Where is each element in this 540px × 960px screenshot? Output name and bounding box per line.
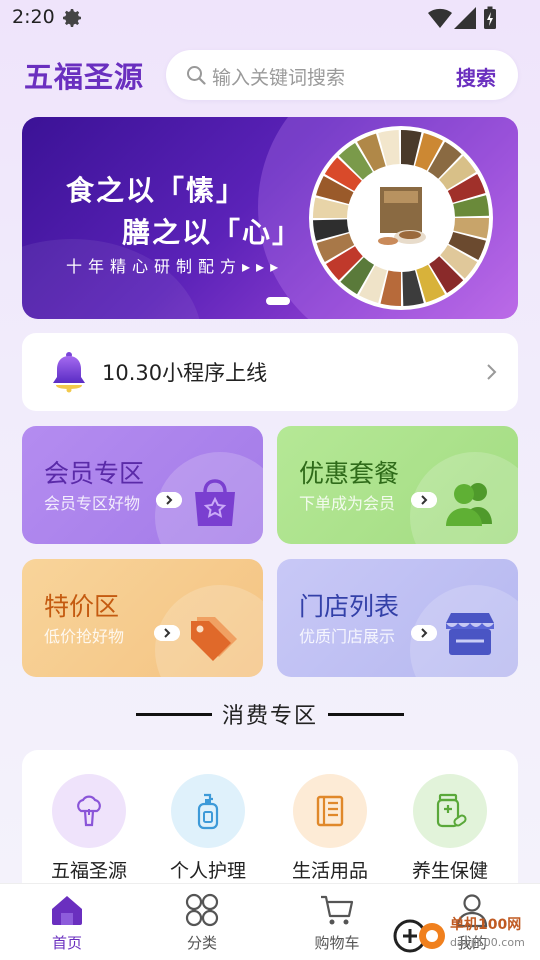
people-icon (446, 483, 492, 526)
tab-label: 购物车 (314, 934, 360, 952)
banner-headline-1: 食之以「愫」 (66, 174, 247, 207)
category-item[interactable]: 养生保健 (390, 774, 510, 883)
tab-label: 分类 (186, 934, 217, 952)
tab-home[interactable]: 首页 (27, 892, 107, 953)
category-icon-bg (52, 774, 126, 848)
arrow-right-icon (411, 492, 437, 508)
card-title: 门店列表 (299, 592, 400, 621)
category-label: 生活用品 (291, 860, 368, 882)
chevron-right-icon (487, 364, 497, 380)
banner-decoration (22, 239, 202, 319)
card-discount-package[interactable]: 优惠套餐 下单成为会员 (277, 426, 518, 544)
wifi-icon (428, 8, 452, 28)
settings-gear-icon (63, 9, 81, 27)
arrow-right-icon (154, 625, 180, 641)
bell-icon (53, 352, 85, 393)
category-item[interactable]: 五福圣源 (29, 774, 149, 883)
watermark-logo-icon (393, 919, 445, 953)
card-subtitle: 下单成为会员 (299, 494, 396, 513)
category-item[interactable]: 生活用品 (270, 774, 390, 883)
banner-headline-2: 膳之以「心」 (122, 216, 303, 249)
supplement-jar-icon (436, 793, 467, 828)
category-icon-bg (171, 774, 245, 848)
shopping-bag-icon (195, 479, 235, 526)
card-subtitle: 低价抢好物 (44, 627, 125, 646)
broccoli-icon (77, 795, 101, 827)
tab-label: 首页 (51, 934, 82, 952)
category-label: 个人护理 (169, 860, 246, 882)
cart-icon (321, 895, 354, 925)
category-label: 五福圣源 (50, 860, 127, 882)
card-subtitle: 会员专区好物 (44, 494, 141, 513)
search-bar[interactable]: 输入关键词搜索 搜索 (166, 50, 518, 100)
card-title: 特价区 (44, 592, 120, 621)
cell-signal-icon (454, 7, 476, 29)
search-button[interactable]: 搜索 (456, 62, 496, 91)
brand-title: 五福圣源 (24, 60, 145, 94)
card-member-zone[interactable]: 会员专区 会员专区好物 (22, 426, 263, 544)
watermark-text: 单机100网 (450, 917, 522, 933)
section-heading: 消费专区 (0, 698, 540, 730)
battery-charging-icon (484, 6, 496, 29)
category-panel: 五福圣源 个人护理 生活用品 养生保健 (22, 750, 518, 900)
store-icon (446, 613, 494, 655)
home-icon (52, 896, 82, 925)
category-icon-bg (293, 774, 367, 848)
category-icon-bg (413, 774, 487, 848)
arrow-right-icon (156, 492, 182, 508)
lotion-bottle-icon (197, 793, 219, 830)
watermark-url: danji100.com (450, 936, 525, 949)
heading-divider (328, 713, 404, 716)
announcement-text: 10.30小程序上线 (102, 361, 268, 385)
card-title: 会员专区 (44, 459, 145, 488)
search-icon (187, 66, 206, 85)
status-bar: 2:20 (0, 0, 540, 36)
arrow-right-icon (411, 625, 437, 641)
book-icon (316, 795, 344, 827)
price-tag-icon (191, 617, 237, 661)
card-special-price[interactable]: 特价区 低价抢好物 (22, 559, 263, 677)
card-subtitle: 优质门店展示 (299, 627, 396, 646)
grain-wheel-image (309, 126, 493, 310)
grid-icon (185, 893, 219, 927)
category-label: 养生保健 (411, 860, 488, 882)
promo-banner[interactable]: 食之以「愫」 膳之以「心」 十年精心研制配方▸▸▸ (22, 117, 518, 319)
card-title: 优惠套餐 (299, 459, 400, 488)
section-title-text: 消费专区 (221, 704, 318, 729)
category-item[interactable]: 个人护理 (148, 774, 268, 883)
banner-tagline: 十年精心研制配方▸▸▸ (66, 257, 285, 276)
search-input[interactable]: 输入关键词搜索 (212, 63, 345, 90)
status-time: 2:20 (12, 6, 55, 28)
watermark: 单机100网 danji100.com (388, 912, 538, 958)
tab-cart[interactable]: 购物车 (297, 892, 377, 953)
tab-category[interactable]: 分类 (162, 892, 242, 953)
announcement-bar[interactable]: 10.30小程序上线 (22, 333, 518, 411)
card-store-list[interactable]: 门店列表 优质门店展示 (277, 559, 518, 677)
carousel-indicator[interactable] (266, 297, 290, 305)
